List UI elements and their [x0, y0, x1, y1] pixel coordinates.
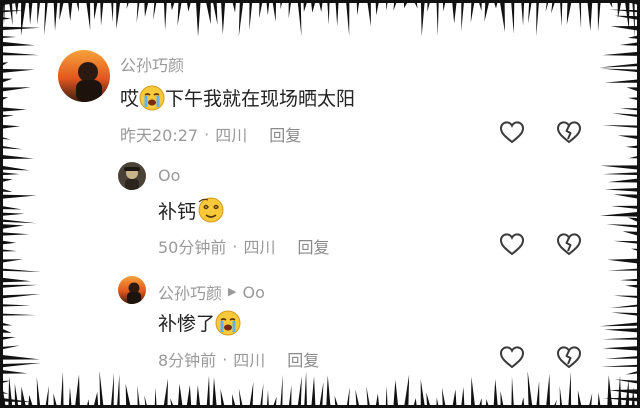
comment-meta: 昨天20:27 · 四川 回复 — [120, 122, 301, 146]
reply-header: 公孙巧颜 ▶ Oo — [158, 280, 265, 304]
dizzy-face-icon — [196, 196, 226, 224]
reply-meta: 50分钟前 · 四川 回复 — [158, 234, 330, 258]
reply-location: 四川 — [233, 351, 266, 370]
avatar[interactable] — [118, 162, 146, 190]
reply-time: 50分钟前 — [158, 238, 227, 257]
reply-text: 补钙 — [158, 196, 226, 224]
avatar[interactable] — [118, 276, 146, 304]
reply-location: 四川 — [243, 238, 276, 257]
crying-face-icon — [215, 310, 241, 336]
crying-face-icon — [139, 85, 165, 111]
reply-time: 8分钟前 — [158, 351, 217, 370]
comment-author[interactable]: 公孙巧颜 — [120, 52, 184, 76]
reply-meta: 8分钟前 · 四川 回复 — [158, 347, 319, 371]
reply-button[interactable]: 回复 — [287, 347, 319, 371]
comment-time: 昨天20:27 — [120, 126, 199, 145]
reply-button[interactable]: 回复 — [297, 234, 329, 258]
comment-text-part: 哎 — [120, 88, 140, 110]
meta-separator: · — [232, 236, 238, 256]
broken-heart-icon[interactable] — [556, 232, 582, 256]
broken-heart-icon[interactable] — [556, 345, 582, 369]
broken-heart-icon[interactable] — [556, 120, 582, 144]
comment-text: 哎 下午我就在现场晒太阳 — [120, 84, 355, 111]
comment-text-part: 下午我就在现场晒太阳 — [165, 88, 356, 110]
comment-thread: 公孙巧颜 哎 下午我就在现场晒太阳 昨天20:27 · 四川 回复 Oo 补钙 … — [40, 36, 600, 372]
reply-button[interactable]: 回复 — [269, 122, 301, 146]
meta-separator: · — [204, 124, 210, 144]
reply-arrow-icon: ▶ — [228, 284, 237, 298]
heart-outline-icon[interactable] — [499, 232, 525, 256]
reply-text-part: 补惨了 — [158, 313, 216, 335]
heart-outline-icon[interactable] — [499, 120, 525, 144]
meta-separator: · — [222, 349, 228, 369]
reply-to-user[interactable]: Oo — [242, 283, 264, 302]
reply-author[interactable]: Oo — [158, 166, 180, 185]
avatar[interactable] — [58, 50, 110, 102]
reply-text-part: 补钙 — [158, 200, 197, 223]
comment-location: 四川 — [215, 126, 248, 145]
reply-text: 补惨了 — [158, 309, 241, 336]
reply-author[interactable]: 公孙巧颜 — [158, 280, 222, 304]
heart-outline-icon[interactable] — [499, 345, 525, 369]
